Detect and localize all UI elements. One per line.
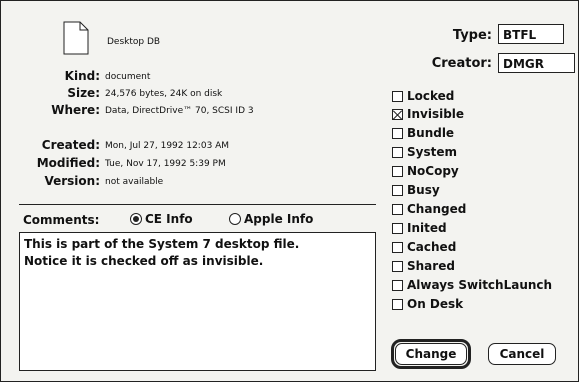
version-value: not available — [105, 177, 164, 187]
where-label: Where: — [51, 103, 100, 117]
checkbox[interactable] — [392, 203, 403, 215]
radio-ce-info[interactable]: CE Info — [130, 212, 193, 226]
modified-label: Modified: — [36, 156, 100, 170]
comments-textarea[interactable]: This is part of the System 7 desktop fil… — [19, 232, 376, 371]
radio-button[interactable] — [229, 213, 241, 225]
where-value: Data, DirectDrive™ 70, SCSI ID 3 — [105, 106, 254, 116]
flag-label: Shared — [407, 259, 455, 273]
flag-system[interactable]: System — [392, 143, 457, 161]
modified-value: Tue, Nov 17, 1992 5:39 PM — [105, 159, 226, 169]
flag-label: Cached — [407, 240, 457, 254]
flag-nocopy[interactable]: NoCopy — [392, 162, 459, 180]
radio-button[interactable] — [130, 213, 142, 225]
flag-label: System — [407, 145, 457, 159]
cancel-button[interactable]: Cancel — [488, 343, 556, 365]
flag-label: Busy — [407, 183, 440, 197]
comments-label: Comments: — [23, 213, 100, 227]
radio-apple-info[interactable]: Apple Info — [229, 212, 313, 226]
creator-field[interactable]: DMGR — [498, 53, 575, 73]
radio-label: Apple Info — [244, 212, 314, 226]
flag-cached[interactable]: Cached — [392, 238, 456, 256]
flag-label: Bundle — [407, 126, 455, 140]
radio-label: CE Info — [145, 212, 193, 226]
checkbox[interactable] — [392, 90, 403, 102]
checkbox[interactable] — [392, 260, 403, 272]
get-info-dialog: Desktop DB Kind: document Size: 24,576 b… — [0, 0, 579, 382]
checkbox[interactable] — [392, 279, 403, 291]
flag-busy[interactable]: Busy — [392, 181, 440, 199]
kind-label: Kind: — [64, 69, 100, 83]
checkbox[interactable] — [392, 127, 403, 139]
change-button[interactable]: Change — [395, 343, 467, 365]
flag-label: Invisible — [407, 107, 465, 121]
file-name: Desktop DB — [107, 37, 161, 47]
flag-label: Changed — [407, 202, 467, 216]
checkbox[interactable] — [392, 146, 403, 158]
checkbox[interactable] — [392, 165, 403, 177]
document-icon — [63, 21, 89, 55]
divider — [19, 204, 376, 205]
flag-inited[interactable]: Inited — [392, 219, 447, 237]
checkbox[interactable] — [392, 298, 403, 310]
checkbox[interactable] — [392, 241, 403, 253]
flag-changed[interactable]: Changed — [392, 200, 466, 218]
flag-label: Inited — [407, 221, 447, 235]
type-label: Type: — [452, 28, 492, 43]
flag-on-desk[interactable]: On Desk — [392, 295, 463, 313]
flag-shared[interactable]: Shared — [392, 257, 455, 275]
flag-label: Locked — [407, 89, 455, 103]
version-label: Version: — [44, 174, 100, 188]
type-field[interactable]: BTFL — [498, 24, 564, 44]
flag-label: On Desk — [407, 297, 464, 311]
size-value: 24,576 bytes, 24K on disk — [105, 89, 223, 99]
created-label: Created: — [41, 138, 100, 152]
checkbox[interactable] — [392, 184, 403, 196]
flag-label: Always SwitchLaunch — [407, 278, 553, 292]
checkbox[interactable] — [392, 108, 403, 120]
flag-invisible[interactable]: Invisible — [392, 105, 464, 123]
creator-label: Creator: — [431, 56, 492, 71]
flag-always-switchlaunch[interactable]: Always SwitchLaunch — [392, 276, 552, 294]
size-label: Size: — [67, 86, 100, 100]
flag-bundle[interactable]: Bundle — [392, 124, 454, 142]
flag-label: NoCopy — [407, 164, 459, 178]
kind-value: document — [105, 72, 151, 82]
flag-locked[interactable]: Locked — [392, 87, 454, 105]
checkbox[interactable] — [392, 222, 403, 234]
created-value: Mon, Jul 27, 1992 12:03 AM — [105, 141, 230, 151]
